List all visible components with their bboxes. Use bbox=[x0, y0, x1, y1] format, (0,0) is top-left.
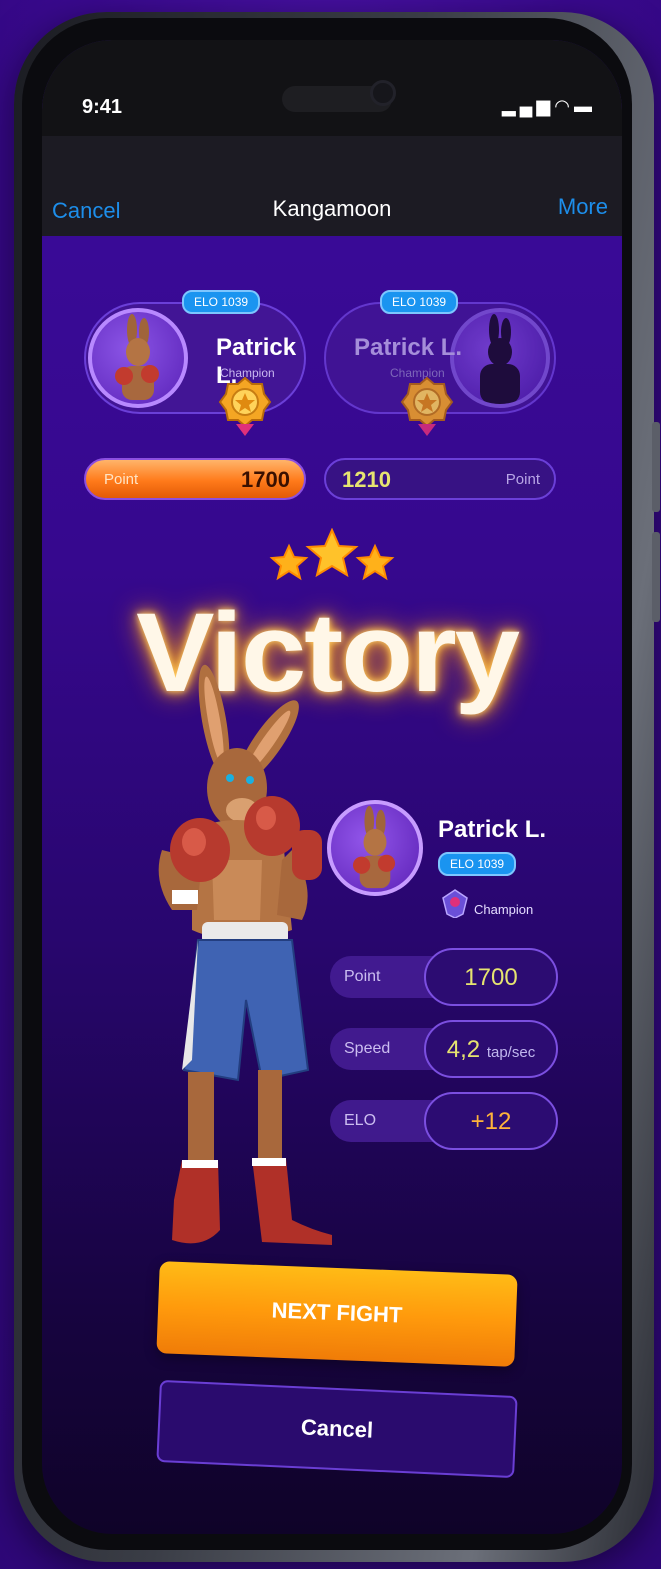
signal-icon: ▂▄▆ bbox=[501, 96, 555, 116]
stat-speed-unit: tap/sec bbox=[486, 1044, 536, 1061]
stat-speed-number: 4,2 bbox=[446, 1036, 481, 1063]
phone-bezel: 9:41 ▂▄▆◠▬ Kangamoon Cancel More Patrick… bbox=[22, 18, 632, 1550]
player2-point-bar: 1210 Point bbox=[324, 458, 556, 500]
kangaroo-boxer-illustration bbox=[158, 664, 332, 1245]
player2-points: 1210 bbox=[342, 467, 391, 492]
status-time: 9:41 bbox=[82, 96, 123, 118]
medal-icon bbox=[400, 376, 454, 436]
player1-avatar bbox=[88, 308, 188, 408]
nav-more-button[interactable]: More bbox=[558, 194, 608, 220]
stat-elo-value: +12 bbox=[424, 1092, 558, 1150]
front-camera bbox=[370, 80, 396, 106]
player1-elo-badge: ELO 1039 bbox=[182, 290, 261, 314]
star-icon bbox=[269, 543, 309, 581]
player1-point-label: Point bbox=[104, 471, 139, 488]
kangaroo-silhouette-icon bbox=[480, 314, 520, 404]
wifi-icon: ◠ bbox=[554, 96, 574, 116]
player2-point-label: Point bbox=[505, 471, 540, 488]
summary-avatar bbox=[327, 800, 423, 896]
battery-icon: ▬ bbox=[574, 96, 596, 116]
player2-name: Patrick L. bbox=[354, 334, 463, 361]
stat-point-value: 1700 bbox=[424, 948, 558, 1006]
player1-point-bar: Point 1700 bbox=[84, 458, 306, 500]
star-icon bbox=[305, 528, 359, 578]
summary-name: Patrick L. bbox=[438, 816, 547, 843]
player2-card[interactable]: Patrick L. Champion bbox=[324, 302, 556, 436]
summary-rank: Champion bbox=[474, 902, 534, 917]
player1-card[interactable]: Patrick L. Champion bbox=[84, 302, 306, 436]
kangaroo-avatar-icon bbox=[115, 314, 159, 400]
rating-stars bbox=[269, 528, 395, 581]
phone-frame: 9:41 ▂▄▆◠▬ Kangamoon Cancel More Patrick… bbox=[14, 12, 660, 1562]
star-icon bbox=[355, 543, 395, 581]
next-fight-button[interactable]: NEXT FIGHT bbox=[156, 1261, 518, 1367]
status-icons: ▂▄▆◠▬ bbox=[502, 96, 596, 117]
stat-speed-value: 4,2 tap/sec bbox=[424, 1020, 558, 1078]
summary-elo-badge: ELO 1039 bbox=[438, 852, 517, 876]
nav-title: Kangamoon bbox=[272, 196, 392, 221]
app-screen: 9:41 ▂▄▆◠▬ Kangamoon Cancel More Patrick… bbox=[42, 40, 622, 1534]
nav-cancel-button[interactable]: Cancel bbox=[52, 198, 120, 224]
cancel-button[interactable]: Cancel bbox=[156, 1379, 518, 1479]
player2-avatar bbox=[450, 308, 550, 408]
volume-button bbox=[652, 422, 660, 512]
status-bar: 9:41 ▂▄▆◠▬ bbox=[42, 40, 622, 150]
kangaroo-avatar-icon bbox=[353, 805, 396, 889]
navigation-bar: Kangamoon Cancel More bbox=[42, 136, 622, 236]
player2-elo-badge: ELO 1039 bbox=[380, 290, 459, 314]
volume-button bbox=[652, 532, 660, 622]
champion-rank-icon bbox=[442, 889, 468, 918]
player1-points: 1700 bbox=[241, 467, 290, 492]
medal-icon bbox=[218, 376, 272, 436]
